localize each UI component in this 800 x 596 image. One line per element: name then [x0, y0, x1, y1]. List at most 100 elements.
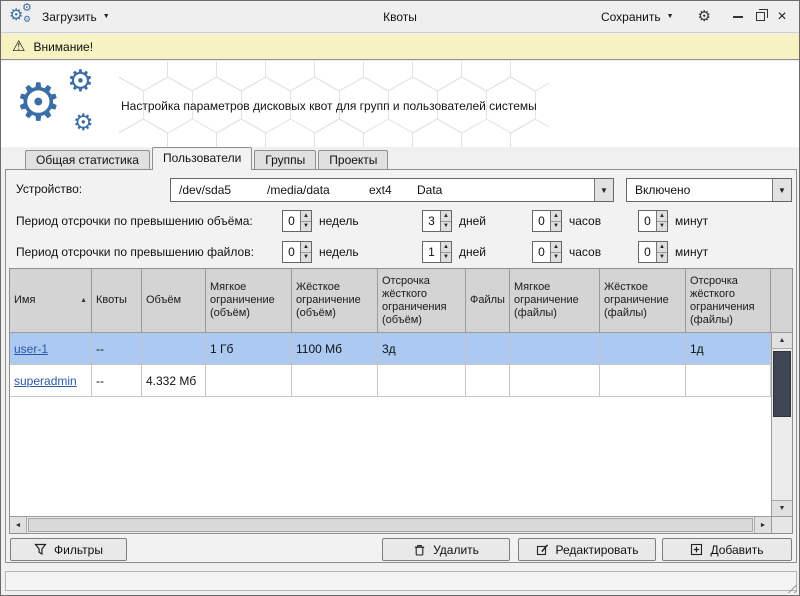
- weeks-unit: недель: [319, 245, 359, 259]
- table-row-user-1[interactable]: user-1 -- 1 Гб 1100 Мб 3д 1д: [10, 333, 771, 365]
- close-button[interactable]: ×: [771, 6, 793, 28]
- grace-volume-label: Период отсрочки по превышению объёма:: [16, 214, 253, 228]
- state-combobox[interactable]: Включено ▼: [626, 178, 792, 202]
- spin-up-button[interactable]: ▲: [657, 242, 667, 253]
- days-unit: дней: [459, 214, 486, 228]
- hours-input[interactable]: [533, 242, 550, 262]
- spin-up-button[interactable]: ▲: [551, 242, 561, 253]
- days-input[interactable]: [423, 211, 440, 231]
- table-cell: [292, 365, 378, 397]
- days-input[interactable]: [423, 242, 440, 262]
- column-header-quotas[interactable]: Квоты: [92, 269, 142, 333]
- user-link[interactable]: superadmin: [14, 374, 77, 388]
- column-header-files[interactable]: Файлы: [466, 269, 510, 333]
- table-cell: 1100 Мб: [292, 333, 378, 365]
- maximize-button[interactable]: [749, 6, 771, 28]
- edit-button[interactable]: Редактировать: [518, 538, 656, 561]
- spin-up-button[interactable]: ▲: [301, 242, 311, 253]
- table-cell: 3д: [378, 333, 466, 365]
- column-header-grace-files[interactable]: Отсрочка жёсткого ограничения (файлы): [686, 269, 771, 333]
- scroll-right-icon[interactable]: ►: [754, 517, 771, 533]
- hero-header: ⚙ ⚙ ⚙ Настройка параметров дисковых квот…: [1, 61, 799, 147]
- table-cell: [466, 333, 510, 365]
- column-header-soft-volume[interactable]: Мягкое ограничение (объём): [206, 269, 292, 333]
- save-label: Сохранить: [601, 10, 661, 24]
- delete-label: Удалить: [433, 543, 479, 557]
- spin-down-button[interactable]: ▼: [657, 222, 667, 232]
- hours-unit: часов: [569, 245, 601, 259]
- quotas-window: ⚙ ⚙ ⚙ Загрузить ▼ Квоты Сохранить ▼ ⚙: [0, 0, 800, 596]
- tab-groups[interactable]: Группы: [254, 150, 316, 169]
- spin-down-button[interactable]: ▼: [551, 253, 561, 263]
- scroll-left-icon[interactable]: ◄: [10, 517, 27, 533]
- add-button[interactable]: Добавить: [662, 538, 792, 561]
- spin-down-button[interactable]: ▼: [441, 222, 451, 232]
- column-header-name[interactable]: Имя ▲: [10, 269, 92, 333]
- tab-general-statistics[interactable]: Общая статистика: [25, 150, 150, 169]
- hours-input[interactable]: [533, 211, 550, 231]
- table-cell: [510, 333, 600, 365]
- tab-users[interactable]: Пользователи: [152, 147, 252, 170]
- horizontal-scrollbar[interactable]: ◄ ►: [10, 516, 771, 533]
- big-gears-icon: ⚙ ⚙ ⚙: [15, 65, 111, 145]
- load-label: Загрузить: [42, 10, 97, 24]
- spin-down-button[interactable]: ▼: [301, 253, 311, 263]
- spin-down-button[interactable]: ▼: [657, 253, 667, 263]
- spin-up-button[interactable]: ▲: [657, 211, 667, 222]
- spin-up-button[interactable]: ▲: [301, 211, 311, 222]
- vertical-scrollbar-thumb[interactable]: [773, 351, 791, 417]
- device-value: /dev/sda5 /media/data ext4 Data: [171, 179, 594, 201]
- dropdown-button[interactable]: ▼: [772, 179, 791, 201]
- grace-files-row: Период отсрочки по превышению файлов: ▲ …: [6, 241, 796, 263]
- column-header-soft-files[interactable]: Мягкое ограничение (файлы): [510, 269, 600, 333]
- spin-up-button[interactable]: ▲: [551, 211, 561, 222]
- window-controls: ×: [727, 6, 793, 28]
- minutes-input[interactable]: [639, 211, 656, 231]
- vertical-scrollbar[interactable]: ▲ ▼: [771, 333, 792, 516]
- table-row-superadmin[interactable]: superadmin -- 4.332 Мб: [10, 365, 771, 397]
- warning-text: Внимание!: [33, 40, 93, 54]
- spinner-buttons: ▲ ▼: [656, 242, 667, 262]
- weeks-unit: недель: [319, 214, 359, 228]
- tab-projects[interactable]: Проекты: [318, 150, 388, 169]
- tab-bar: Общая статистика Пользователи Группы Про…: [25, 147, 390, 170]
- horizontal-scrollbar-thumb[interactable]: [28, 518, 753, 532]
- spin-up-button[interactable]: ▲: [441, 211, 451, 222]
- user-link[interactable]: user-1: [14, 342, 48, 356]
- settings-gear-icon[interactable]: ⚙: [694, 7, 715, 26]
- spin-up-button[interactable]: ▲: [441, 242, 451, 253]
- spinner-buttons: ▲ ▼: [440, 242, 451, 262]
- weeks-input[interactable]: [283, 242, 300, 262]
- table-cell: --: [92, 365, 142, 397]
- column-header-hard-files[interactable]: Жёсткое ограничение (файлы): [600, 269, 686, 333]
- scroll-up-icon[interactable]: ▲: [772, 333, 792, 349]
- weeks-input[interactable]: [283, 211, 300, 231]
- delete-button[interactable]: Удалить: [382, 538, 510, 561]
- spin-down-button[interactable]: ▼: [301, 222, 311, 232]
- minutes-input[interactable]: [639, 242, 656, 262]
- load-menu-button[interactable]: Загрузить ▼: [36, 6, 116, 28]
- filters-button[interactable]: Фильтры: [10, 538, 127, 561]
- spin-down-button[interactable]: ▼: [441, 253, 451, 263]
- table-cell: 4.332 Мб: [142, 365, 206, 397]
- add-plus-icon: [690, 543, 703, 556]
- titlebar-right: Сохранить ▼ ⚙ ×: [595, 6, 799, 28]
- device-combobox[interactable]: /dev/sda5 /media/data ext4 Data ▼: [170, 178, 614, 202]
- minimize-button[interactable]: [727, 6, 749, 28]
- dropdown-button[interactable]: ▼: [594, 179, 613, 201]
- table-cell: [378, 365, 466, 397]
- grace-files-hours-spinner: ▲ ▼: [532, 241, 562, 263]
- scroll-down-icon[interactable]: ▼: [772, 500, 792, 516]
- minutes-unit: минут: [675, 245, 708, 259]
- save-menu-button[interactable]: Сохранить ▼: [595, 6, 680, 28]
- table-cell: [600, 365, 686, 397]
- grace-volume-hours-spinner: ▲ ▼: [532, 210, 562, 232]
- days-unit: дней: [459, 245, 486, 259]
- column-header-hard-volume[interactable]: Жёсткое ограничение (объём): [292, 269, 378, 333]
- edit-pencil-icon: [536, 543, 549, 556]
- spinner-buttons: ▲ ▼: [550, 211, 561, 231]
- spin-down-button[interactable]: ▼: [551, 222, 561, 232]
- column-header-volume[interactable]: Объём: [142, 269, 206, 333]
- filters-label: Фильтры: [54, 543, 103, 557]
- column-header-grace-volume[interactable]: Отсрочка жёсткого ограничения (объём): [378, 269, 466, 333]
